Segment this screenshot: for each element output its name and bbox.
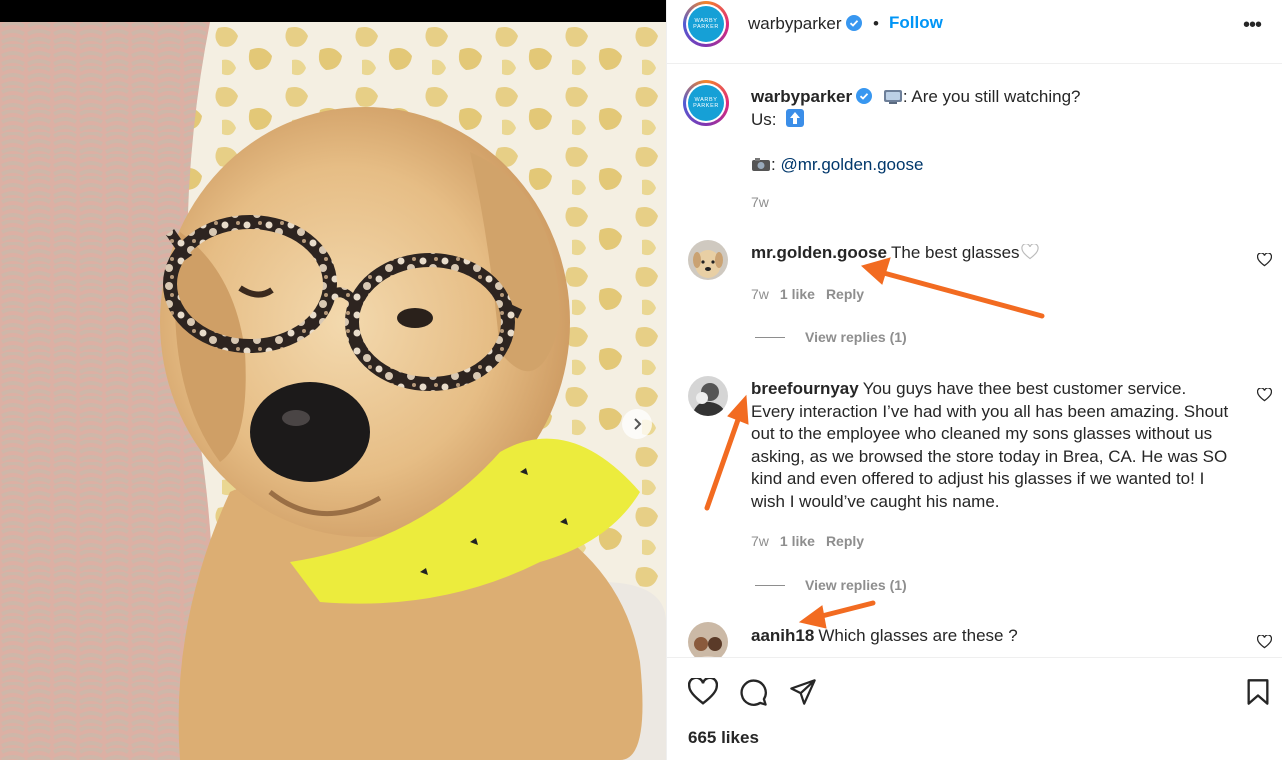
- comment-1-likes[interactable]: 1 like: [780, 286, 815, 302]
- caption-line3: : @mr.golden.goose: [751, 153, 923, 176]
- caption-text-3: :: [771, 155, 776, 174]
- heart-icon[interactable]: [688, 678, 718, 706]
- tv-emoji-icon: [883, 90, 902, 104]
- comment-1-username[interactable]: mr.golden.goose: [751, 243, 887, 262]
- comment-3-text: Which glasses are these ?: [818, 626, 1018, 645]
- comment-3: aanih18 Which glasses are these ?: [751, 625, 1231, 648]
- post-side-panel: WARBY PARKER warbyparker • Follow ••• WAR…: [666, 0, 1282, 760]
- avatar-text-line2: PARKER: [693, 103, 719, 109]
- caption-text-2: Us:: [751, 110, 777, 129]
- post-header: WARBY PARKER warbyparker • Follow •••: [667, 0, 1282, 64]
- comment-2-time[interactable]: 7w: [751, 533, 769, 549]
- user-avatar-icon: [688, 376, 728, 416]
- comment-2-view-replies[interactable]: View replies (1): [755, 577, 907, 593]
- caption-meta: 7w: [751, 194, 780, 210]
- caption-line1: warbyparker : Are you still watching?: [751, 85, 1081, 108]
- avatar-text-line2: PARKER: [693, 24, 719, 30]
- caption-mention-link[interactable]: @mr.golden.goose: [780, 155, 923, 174]
- like-comment-3-heart-icon[interactable]: [1257, 635, 1272, 649]
- next-photo-button[interactable]: [622, 409, 652, 439]
- post-photo[interactable]: [0, 22, 666, 760]
- replies-divider-line: [755, 584, 785, 586]
- verified-badge-icon: [856, 88, 873, 104]
- comment-2-meta: 7w 1 like Reply: [751, 533, 875, 549]
- follow-button[interactable]: Follow: [889, 13, 943, 33]
- post-photo-panel: [0, 0, 666, 760]
- share-icon[interactable]: [789, 678, 817, 706]
- comment-3-username[interactable]: aanih18: [751, 626, 814, 645]
- comment-2-reply-button[interactable]: Reply: [826, 533, 864, 549]
- comment-2-text: You guys have thee best customer service…: [751, 379, 1229, 511]
- author-username[interactable]: warbyparker: [748, 14, 862, 34]
- photo-top-bar: [0, 0, 666, 22]
- comment-1-time[interactable]: 7w: [751, 286, 769, 302]
- up-arrow-emoji-icon: [786, 109, 805, 127]
- caption-line2: Us:: [751, 108, 805, 131]
- chevron-right-icon: [634, 418, 642, 430]
- comment-avatar-1[interactable]: [688, 240, 728, 280]
- post-action-bar: 665 likes: [667, 657, 1282, 760]
- caption-username[interactable]: warbyparker: [751, 87, 852, 106]
- comment-avatar-3[interactable]: [688, 622, 728, 657]
- camera-emoji-icon: [752, 158, 770, 171]
- comment-2: breefournyay You guys have thee best cust…: [751, 378, 1231, 513]
- caption-text-1: : Are you still watching?: [902, 87, 1081, 106]
- verified-badge-icon: [845, 15, 862, 31]
- comment-icon[interactable]: [739, 678, 768, 707]
- comment-1-view-replies[interactable]: View replies (1): [755, 329, 907, 345]
- comment-1-view-replies-label[interactable]: View replies (1): [805, 329, 907, 345]
- caption-time[interactable]: 7w: [751, 194, 769, 210]
- separator-dot: •: [873, 14, 879, 33]
- comment-1-meta: 7w 1 like Reply: [751, 286, 875, 302]
- comment-1-reply-button[interactable]: Reply: [826, 286, 864, 302]
- comment-2-view-replies-label[interactable]: View replies (1): [805, 577, 907, 593]
- bookmark-icon[interactable]: [1246, 678, 1270, 706]
- white-heart-emoji-icon: [1020, 243, 1039, 260]
- comments-section[interactable]: WARBY PARKER warbyparker : Are you still …: [667, 65, 1282, 657]
- comment-avatar-2[interactable]: [688, 376, 728, 416]
- more-options-icon[interactable]: •••: [1243, 14, 1262, 37]
- author-avatar[interactable]: WARBY PARKER: [683, 1, 729, 47]
- comment-2-username[interactable]: breefournyay: [751, 379, 859, 398]
- dog-avatar-icon: [688, 240, 728, 280]
- comment-1: mr.golden.goose The best glasses: [751, 242, 1231, 265]
- replies-divider-line: [755, 336, 785, 338]
- like-comment-2-heart-icon[interactable]: [1257, 388, 1272, 402]
- user-avatar-icon: [688, 622, 728, 657]
- likes-count[interactable]: 665 likes: [688, 728, 759, 748]
- caption-avatar[interactable]: WARBY PARKER: [683, 80, 729, 126]
- author-username-text[interactable]: warbyparker: [748, 14, 842, 33]
- comment-2-likes[interactable]: 1 like: [780, 533, 815, 549]
- comment-1-text: The best glasses: [891, 243, 1020, 262]
- like-comment-1-heart-icon[interactable]: [1257, 253, 1272, 267]
